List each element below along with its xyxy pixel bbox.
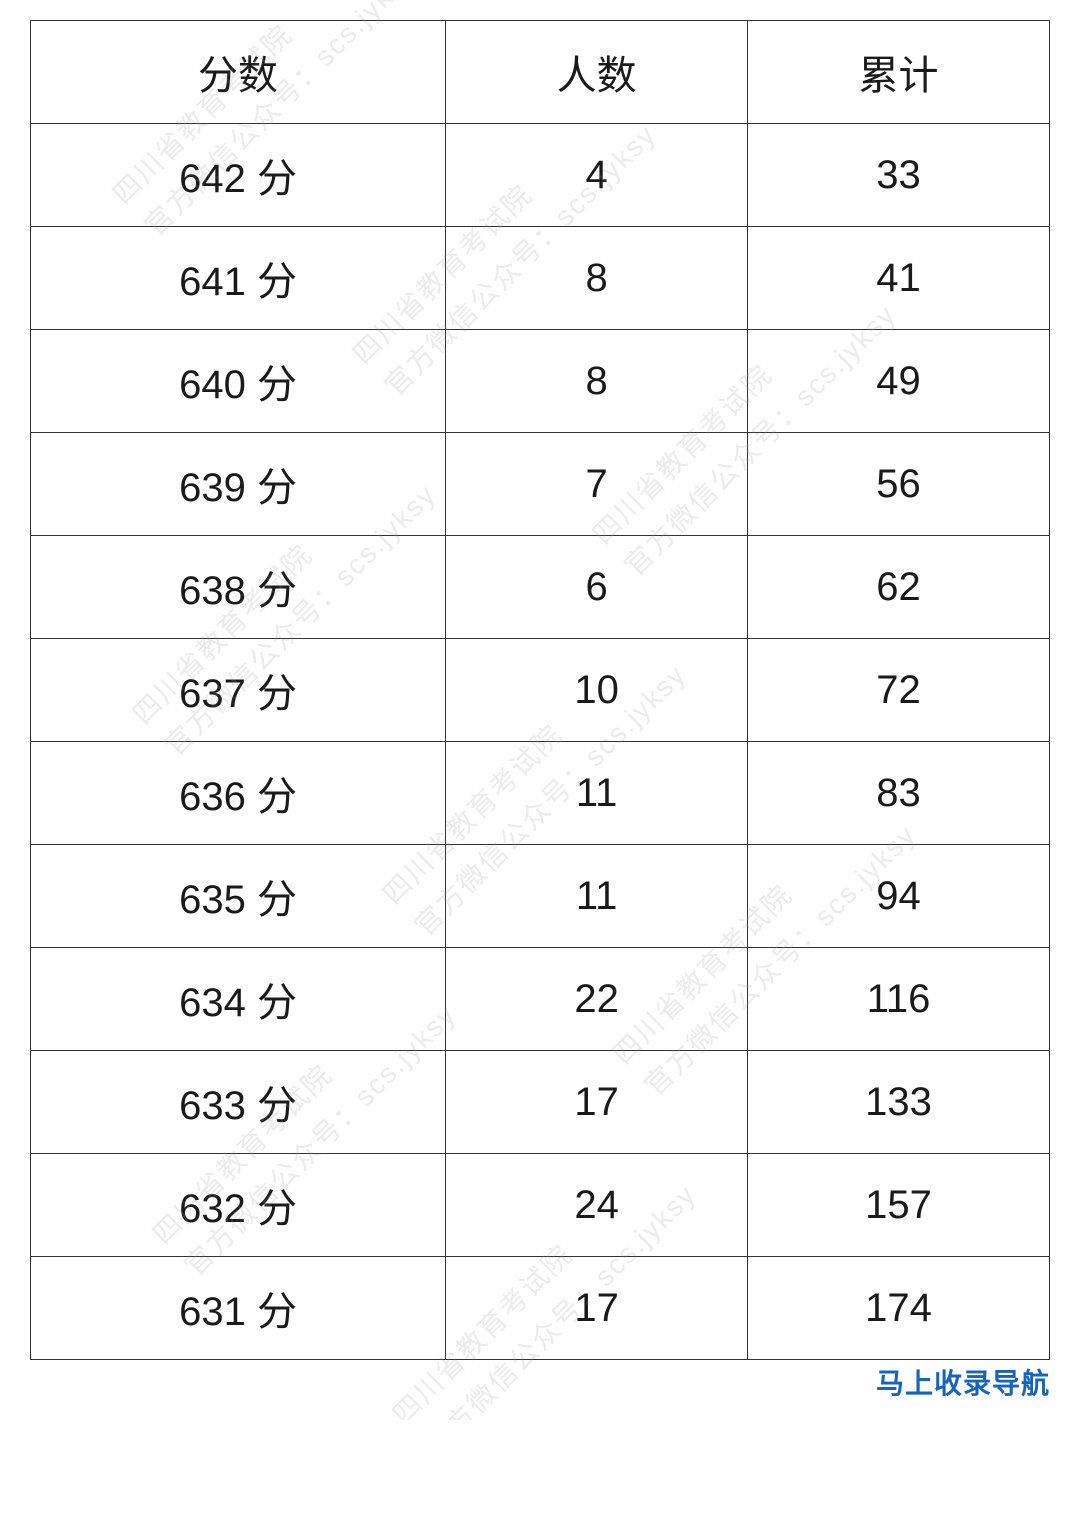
table-row: 638 分662: [31, 536, 1050, 639]
cell-score: 642 分: [31, 124, 446, 227]
table-row: 632 分24157: [31, 1154, 1050, 1257]
cell-score: 640 分: [31, 330, 446, 433]
table-row: 642 分433: [31, 124, 1050, 227]
cell-score: 641 分: [31, 227, 446, 330]
header-score: 分数: [31, 21, 446, 124]
cell-count: 4: [446, 124, 748, 227]
table-row: 633 分17133: [31, 1051, 1050, 1154]
cell-count: 11: [446, 742, 748, 845]
cell-count: 11: [446, 845, 748, 948]
cell-cumulative: 72: [748, 639, 1050, 742]
header-cumulative: 累计: [748, 21, 1050, 124]
cell-score: 632 分: [31, 1154, 446, 1257]
cell-count: 7: [446, 433, 748, 536]
cell-cumulative: 56: [748, 433, 1050, 536]
table-row: 639 分756: [31, 433, 1050, 536]
cell-score: 638 分: [31, 536, 446, 639]
table-row: 640 分849: [31, 330, 1050, 433]
cell-count: 22: [446, 948, 748, 1051]
table-row: 634 分22116: [31, 948, 1050, 1051]
cell-cumulative: 133: [748, 1051, 1050, 1154]
cell-count: 8: [446, 227, 748, 330]
cell-score: 639 分: [31, 433, 446, 536]
cell-cumulative: 62: [748, 536, 1050, 639]
cell-cumulative: 41: [748, 227, 1050, 330]
table-row: 635 分1194: [31, 845, 1050, 948]
cell-score: 631 分: [31, 1257, 446, 1360]
cell-cumulative: 174: [748, 1257, 1050, 1360]
cell-count: 24: [446, 1154, 748, 1257]
main-container: 四川省教育考试院官方微信公众号：scs.jyksy 四川省教育考试院官方微信公众…: [0, 0, 1080, 1420]
cell-score: 633 分: [31, 1051, 446, 1154]
cell-count: 17: [446, 1051, 748, 1154]
cell-score: 634 分: [31, 948, 446, 1051]
table-row: 637 分1072: [31, 639, 1050, 742]
cell-count: 10: [446, 639, 748, 742]
table-row: 636 分1183: [31, 742, 1050, 845]
score-table: 分数 人数 累计 642 分433641 分841640 分849639 分75…: [30, 20, 1050, 1360]
header-count: 人数: [446, 21, 748, 124]
footer-link[interactable]: 马上收录导航: [876, 1362, 1050, 1402]
cell-count: 6: [446, 536, 748, 639]
cell-score: 636 分: [31, 742, 446, 845]
table-row: 641 分841: [31, 227, 1050, 330]
cell-score: 635 分: [31, 845, 446, 948]
table-row: 631 分17174: [31, 1257, 1050, 1360]
table-header-row: 分数 人数 累计: [31, 21, 1050, 124]
cell-cumulative: 157: [748, 1154, 1050, 1257]
cell-score: 637 分: [31, 639, 446, 742]
cell-count: 8: [446, 330, 748, 433]
cell-cumulative: 33: [748, 124, 1050, 227]
cell-cumulative: 49: [748, 330, 1050, 433]
cell-cumulative: 83: [748, 742, 1050, 845]
cell-count: 17: [446, 1257, 748, 1360]
cell-cumulative: 116: [748, 948, 1050, 1051]
cell-cumulative: 94: [748, 845, 1050, 948]
